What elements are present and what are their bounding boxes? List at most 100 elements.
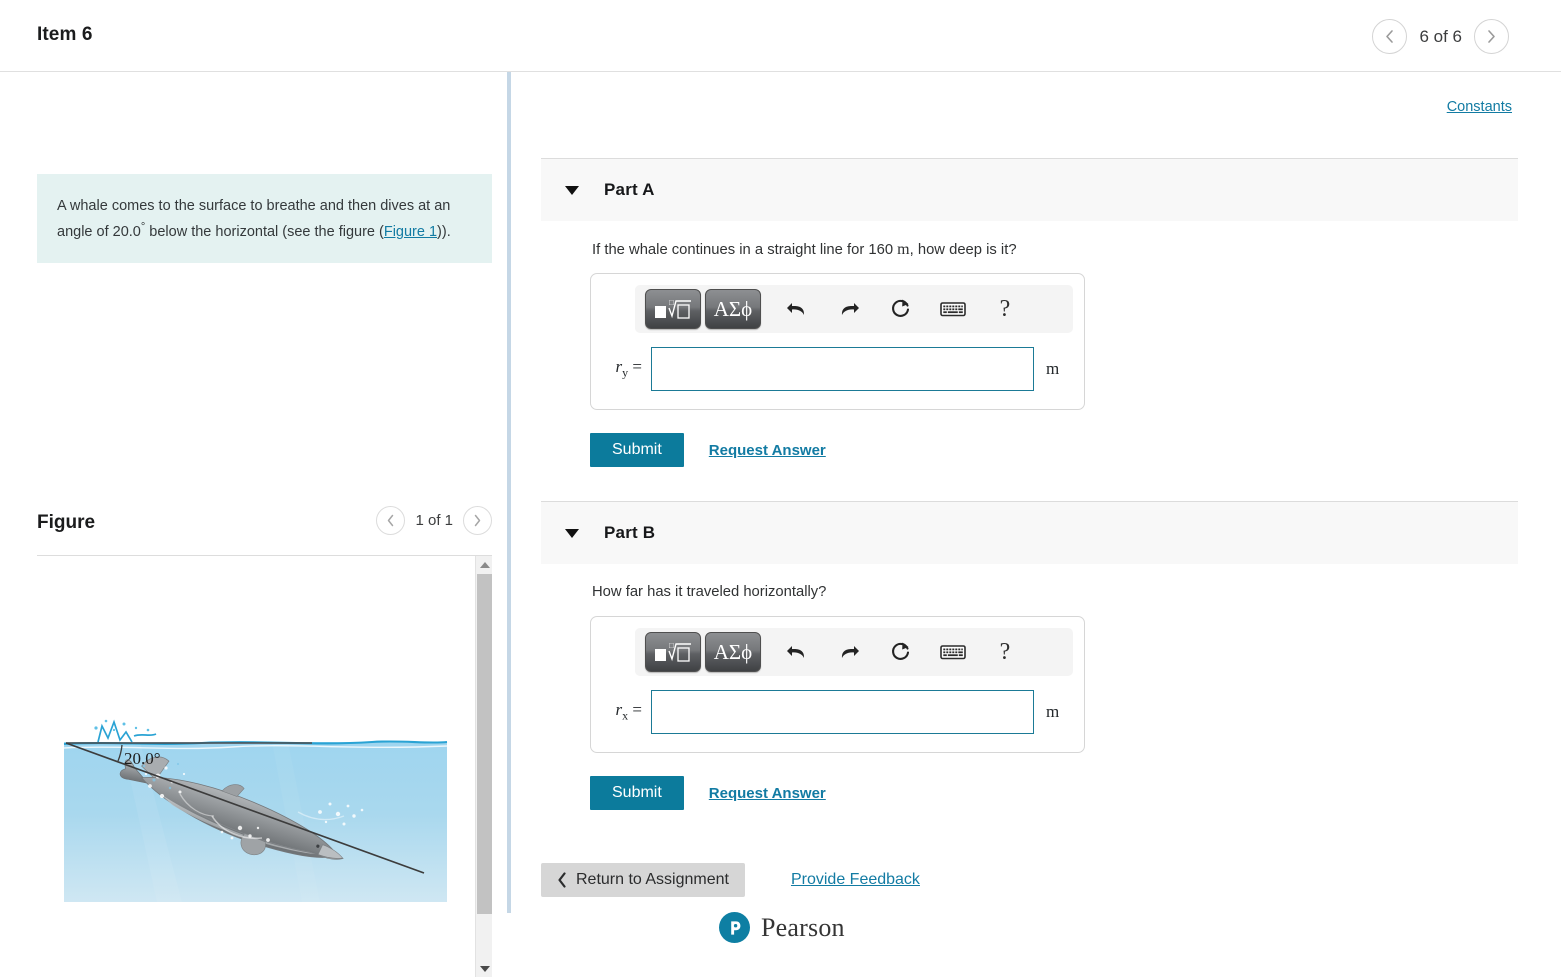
chevron-left-icon — [1386, 30, 1394, 43]
figure-pager: 1 of 1 — [376, 506, 492, 535]
figure-next-button[interactable] — [463, 506, 492, 535]
item-pager: 6 of 6 — [1372, 19, 1509, 54]
part-a-actions: Submit Request Answer — [590, 433, 826, 467]
reset-circular-arrow-icon — [892, 642, 910, 660]
part-a-equals-sign: = — [632, 357, 642, 377]
whale-dive-illustration: 20.0° — [63, 719, 448, 902]
part-b-collapse-caret-icon[interactable] — [565, 528, 579, 538]
part-a-submit-button[interactable]: Submit — [590, 433, 684, 467]
reset-circular-arrow-icon — [892, 299, 910, 317]
item-pager-label: 6 of 6 — [1419, 26, 1462, 46]
greek-symbols-label: ΑΣϕ — [713, 639, 753, 664]
figure-scrollbar[interactable] — [475, 556, 492, 977]
part-b-submit-button[interactable]: Submit — [590, 776, 684, 810]
redo-arrow-icon — [841, 646, 859, 658]
math-template-icon: □ — [655, 641, 691, 662]
part-b-answer-card: □ ΑΣϕ ? rx = m — [590, 616, 1085, 753]
greek-symbols-button[interactable]: ΑΣϕ — [705, 289, 761, 329]
scrollbar-thumb[interactable] — [477, 574, 492, 914]
part-a-question-text: If the whale continues in a straight lin… — [592, 242, 898, 258]
keyboard-icon — [940, 302, 966, 317]
part-a-variable-label: ry = — [591, 357, 651, 380]
provide-feedback-link[interactable]: Provide Feedback — [791, 871, 920, 889]
part-a-math-toolbar: □ ΑΣϕ ? — [635, 285, 1073, 333]
figure-header: Figure 1 of 1 — [37, 506, 492, 554]
return-to-assignment-label: Return to Assignment — [576, 871, 729, 888]
reset-button[interactable] — [875, 632, 927, 672]
part-a-question-tail: , how deep is it? — [909, 242, 1017, 258]
figure-count-label: 1 of 1 — [415, 512, 453, 529]
whale-diagram: 20.0° — [62, 716, 449, 904]
pearson-logo: Pearson — [719, 912, 845, 943]
figure-1-link[interactable]: Figure 1 — [384, 224, 437, 240]
undo-button[interactable] — [771, 289, 823, 329]
problem-text-c: )). — [437, 223, 451, 240]
part-b-variable-label: rx = — [591, 700, 651, 723]
part-b-answer-input[interactable] — [651, 690, 1034, 734]
constants-link[interactable]: Constants — [1447, 99, 1512, 115]
part-b-question: How far has it traveled horizontally? — [592, 584, 826, 600]
page-title: Item 6 — [37, 24, 93, 45]
redo-button[interactable] — [823, 632, 875, 672]
panel-divider — [507, 72, 511, 913]
part-a-answer-input[interactable] — [651, 347, 1034, 391]
undo-arrow-icon — [787, 646, 805, 658]
figure-angle-text: 20.0° — [124, 749, 161, 768]
help-button[interactable]: ? — [979, 632, 1031, 672]
top-header: Item 6 6 of 6 — [0, 0, 1561, 72]
problem-text-b: below the horizontal (see the figure ( — [145, 223, 384, 240]
next-item-button[interactable] — [1474, 19, 1509, 54]
part-b-header[interactable]: Part B — [541, 501, 1518, 564]
keyboard-icon — [940, 645, 966, 660]
chevron-right-icon — [474, 514, 481, 527]
keyboard-button[interactable] — [927, 289, 979, 329]
part-b-unit-label: m — [1046, 702, 1060, 721]
help-button[interactable]: ? — [979, 289, 1031, 329]
part-a-request-answer-link[interactable]: Request Answer — [709, 442, 826, 459]
part-a-question: If the whale continues in a straight lin… — [592, 241, 1017, 259]
part-b-answer-row: rx = m — [591, 676, 1084, 752]
undo-button[interactable] — [771, 632, 823, 672]
figure-viewport: 20.0° — [37, 556, 492, 977]
help-question-mark-icon: ? — [999, 638, 1011, 665]
part-b-math-toolbar: □ ΑΣϕ ? — [635, 628, 1073, 676]
problem-statement-box: A whale comes to the surface to breathe … — [37, 174, 492, 263]
reset-button[interactable] — [875, 289, 927, 329]
svg-text:□: □ — [669, 298, 674, 307]
undo-arrow-icon — [787, 303, 805, 315]
previous-item-button[interactable] — [1372, 19, 1408, 54]
part-b-request-answer-link[interactable]: Request Answer — [709, 785, 826, 802]
greek-symbols-button[interactable]: ΑΣϕ — [705, 632, 761, 672]
right-panel: Constants Part A If the whale continues … — [512, 72, 1561, 979]
pearson-p-icon — [730, 920, 740, 935]
part-b-variable-subscript: x — [622, 708, 629, 723]
part-a-label: Part A — [604, 180, 655, 199]
scrollbar-down-button[interactable] — [476, 960, 492, 977]
greek-symbols-label: ΑΣϕ — [713, 296, 753, 321]
pearson-mark-icon — [719, 912, 750, 943]
part-a-variable-subscript: y — [622, 365, 629, 380]
part-a-collapse-caret-icon[interactable] — [565, 185, 579, 195]
help-question-mark-icon: ? — [999, 295, 1011, 322]
pearson-wordmark: Pearson — [761, 912, 845, 942]
scrollbar-up-button[interactable] — [476, 556, 492, 573]
svg-text:□: □ — [669, 641, 674, 650]
part-a-unit-label: m — [1046, 359, 1060, 378]
chevron-right-icon — [1488, 30, 1495, 43]
redo-button[interactable] — [823, 289, 875, 329]
triangle-down-icon — [479, 965, 490, 972]
math-template-button[interactable]: □ — [645, 289, 701, 329]
keyboard-button[interactable] — [927, 632, 979, 672]
part-b-equals-sign: = — [632, 700, 642, 720]
math-template-icon: □ — [655, 298, 691, 319]
assignment-page: Item 6 6 of 6 A whale comes to the surfa… — [0, 0, 1561, 979]
problem-statement-text: A whale comes to the surface to breathe … — [57, 196, 472, 243]
return-to-assignment-button[interactable]: Return to Assignment — [541, 863, 745, 897]
figure-title: Figure — [37, 512, 96, 533]
triangle-up-icon — [479, 561, 490, 568]
part-a-question-unit: m — [897, 241, 910, 258]
part-a-header[interactable]: Part A — [541, 158, 1518, 221]
redo-arrow-icon — [841, 303, 859, 315]
figure-previous-button[interactable] — [376, 506, 406, 535]
math-template-button[interactable]: □ — [645, 632, 701, 672]
